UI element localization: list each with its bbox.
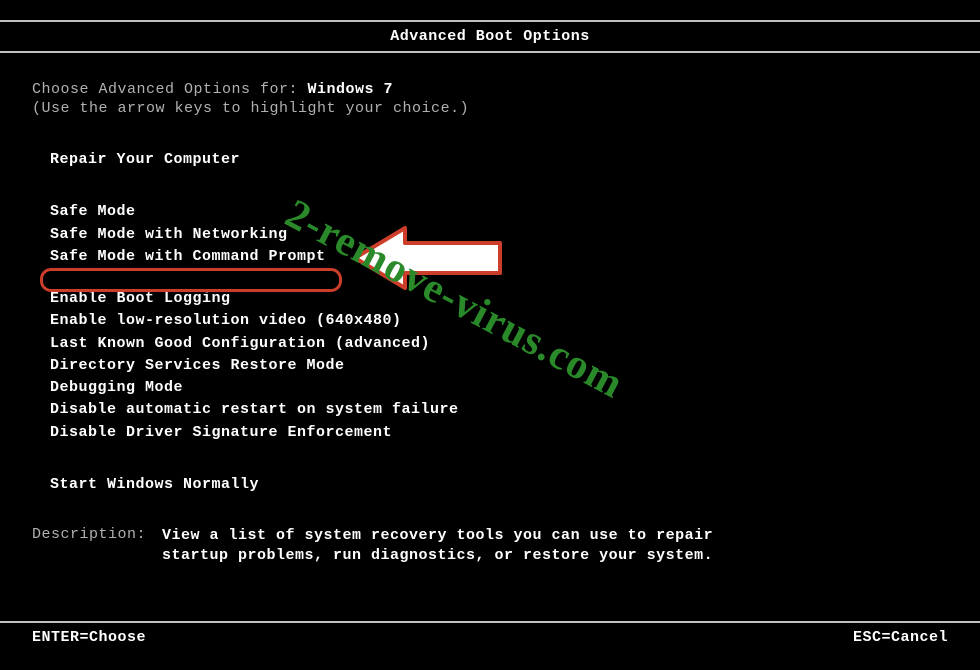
menu-disable-driver-sig[interactable]: Disable Driver Signature Enforcement <box>50 422 948 444</box>
description-text: View a list of system recovery tools you… <box>162 526 713 567</box>
description-label: Description: <box>32 526 162 567</box>
menu-safe-mode[interactable]: Safe Mode <box>50 201 948 223</box>
menu-debugging[interactable]: Debugging Mode <box>50 377 948 399</box>
description-line2: startup problems, run diagnostics, or re… <box>162 546 713 566</box>
menu-disable-auto-restart[interactable]: Disable automatic restart on system fail… <box>50 399 948 421</box>
menu-ds-restore[interactable]: Directory Services Restore Mode <box>50 355 948 377</box>
menu-start-normally[interactable]: Start Windows Normally <box>50 474 948 496</box>
title-bar: Advanced Boot Options <box>0 20 980 53</box>
boot-menu: Repair Your Computer Safe Mode Safe Mode… <box>32 149 948 496</box>
menu-boot-logging[interactable]: Enable Boot Logging <box>50 288 948 310</box>
menu-last-known-good[interactable]: Last Known Good Configuration (advanced) <box>50 333 948 355</box>
description-line1: View a list of system recovery tools you… <box>162 526 713 546</box>
menu-low-res-video[interactable]: Enable low-resolution video (640x480) <box>50 310 948 332</box>
footer-bar: ENTER=Choose ESC=Cancel <box>0 621 980 652</box>
page-title: Advanced Boot Options <box>390 28 590 45</box>
choose-prefix: Choose Advanced Options for: <box>32 81 308 98</box>
arrow-key-hint: (Use the arrow keys to highlight your ch… <box>32 100 948 117</box>
description-section: Description: View a list of system recov… <box>32 526 948 567</box>
content-area: Choose Advanced Options for: Windows 7 (… <box>0 53 980 567</box>
menu-safe-mode-networking[interactable]: Safe Mode with Networking <box>50 224 948 246</box>
footer-esc: ESC=Cancel <box>853 629 948 646</box>
choose-line: Choose Advanced Options for: Windows 7 <box>32 81 948 98</box>
menu-safe-mode-cmd[interactable]: Safe Mode with Command Prompt <box>50 246 948 268</box>
menu-repair-computer[interactable]: Repair Your Computer <box>50 149 948 171</box>
footer-enter: ENTER=Choose <box>32 629 146 646</box>
os-name: Windows 7 <box>308 81 394 98</box>
